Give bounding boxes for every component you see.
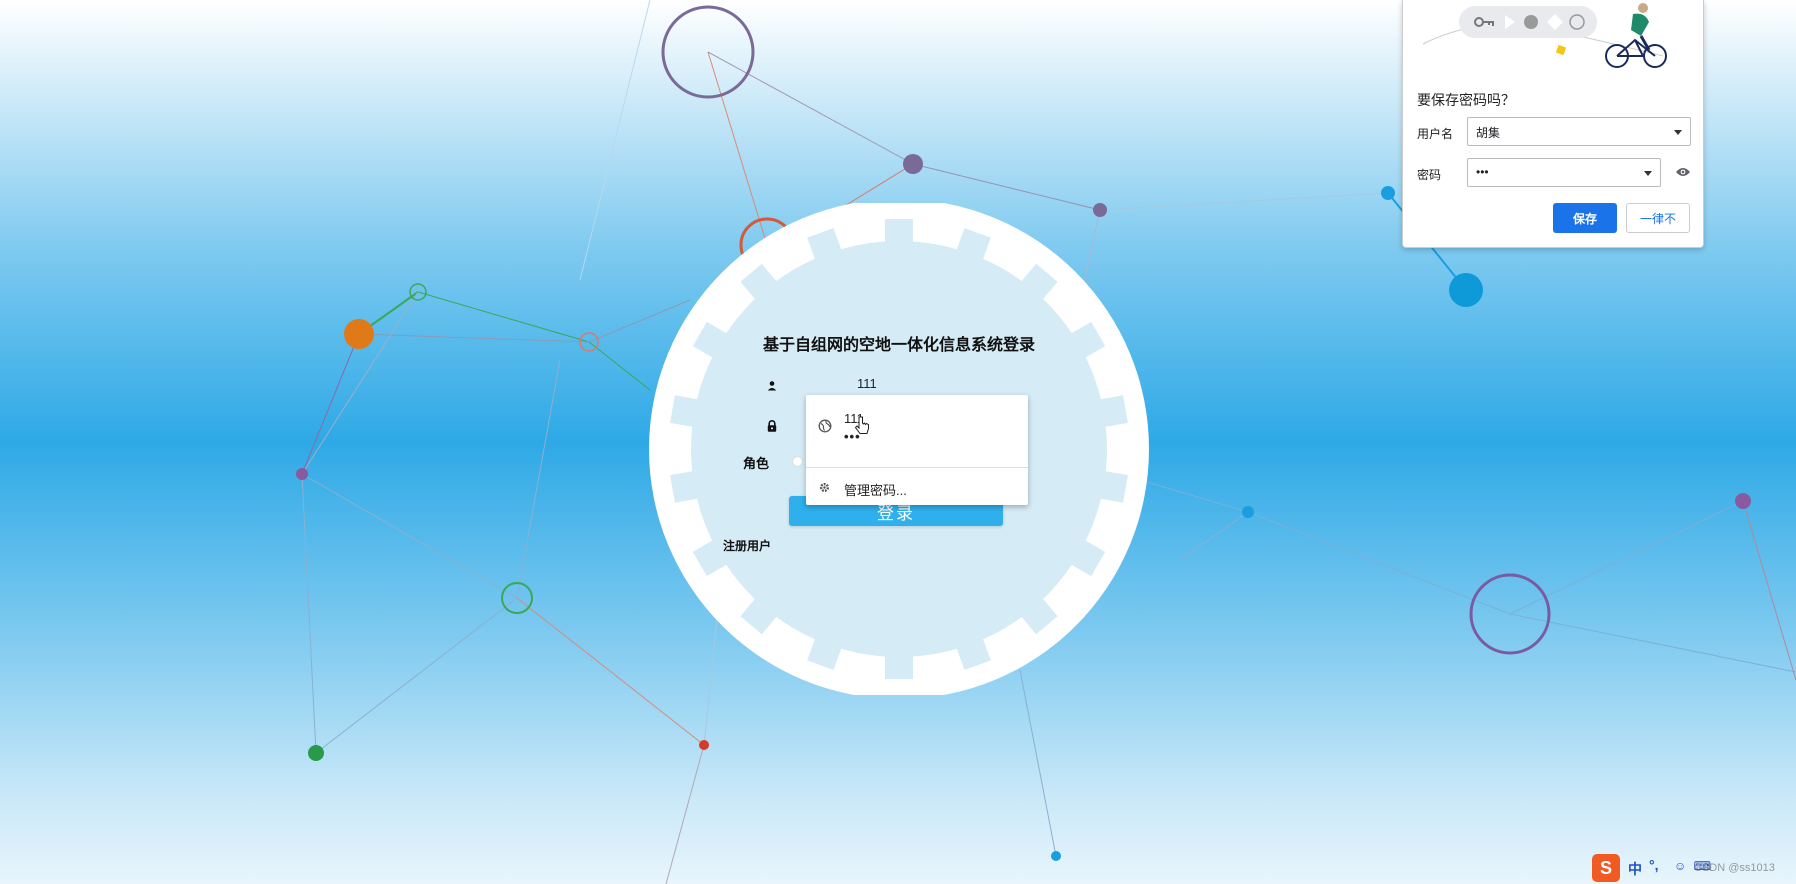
password-select[interactable]: ••• <box>1467 158 1661 187</box>
autofill-suggestion[interactable]: 111 ••• <box>806 403 1028 451</box>
chevron-down-icon <box>1644 171 1652 176</box>
cursor-icon <box>854 416 869 434</box>
ime-punctuation[interactable]: °, <box>1649 857 1659 873</box>
user-icon <box>767 381 777 391</box>
lock-icon <box>767 420 777 432</box>
username-select-value: 胡集 <box>1476 126 1501 140</box>
manage-passwords-item[interactable]: 管理密码... <box>806 473 1028 501</box>
save-password-bubble: 要保存密码吗？ 用户名 胡集 密码 ••• 保存 一律不 <box>1402 0 1704 248</box>
ime-tray: S 中 °, ☺ ⌨ CSDN @ss1013 <box>1592 852 1796 884</box>
username-select[interactable]: 胡集 <box>1467 117 1691 146</box>
ime-logo[interactable]: S <box>1592 854 1620 882</box>
chevron-down-icon <box>1674 130 1682 135</box>
save-button[interactable]: 保存 <box>1553 203 1617 233</box>
never-button[interactable]: 一律不 <box>1626 203 1690 233</box>
manage-passwords-label: 管理密码... <box>844 483 907 498</box>
username-label: 用户名 <box>1417 127 1454 141</box>
role-label: 角色 <box>743 457 770 472</box>
bubble-illustration <box>1422 3 1667 68</box>
globe-icon <box>818 419 832 433</box>
username-input[interactable] <box>807 369 1027 397</box>
bubble-title: 要保存密码吗？ <box>1417 92 1515 108</box>
ime-language[interactable]: 中 <box>1628 859 1642 879</box>
password-select-value: ••• <box>1476 165 1489 179</box>
eye-icon[interactable] <box>1675 166 1691 178</box>
watermark: CSDN @ss1013 <box>1694 862 1775 874</box>
dropdown-divider <box>806 467 1028 468</box>
login-title: 基于自组网的空地一体化信息系统登录 <box>762 335 1035 354</box>
gear-icon <box>819 482 830 493</box>
register-link[interactable]: 注册用户 <box>723 537 771 554</box>
role-radio[interactable] <box>792 456 803 467</box>
autofill-dropdown: 111 ••• 管理密码... <box>806 395 1028 505</box>
password-label: 密码 <box>1417 168 1442 182</box>
